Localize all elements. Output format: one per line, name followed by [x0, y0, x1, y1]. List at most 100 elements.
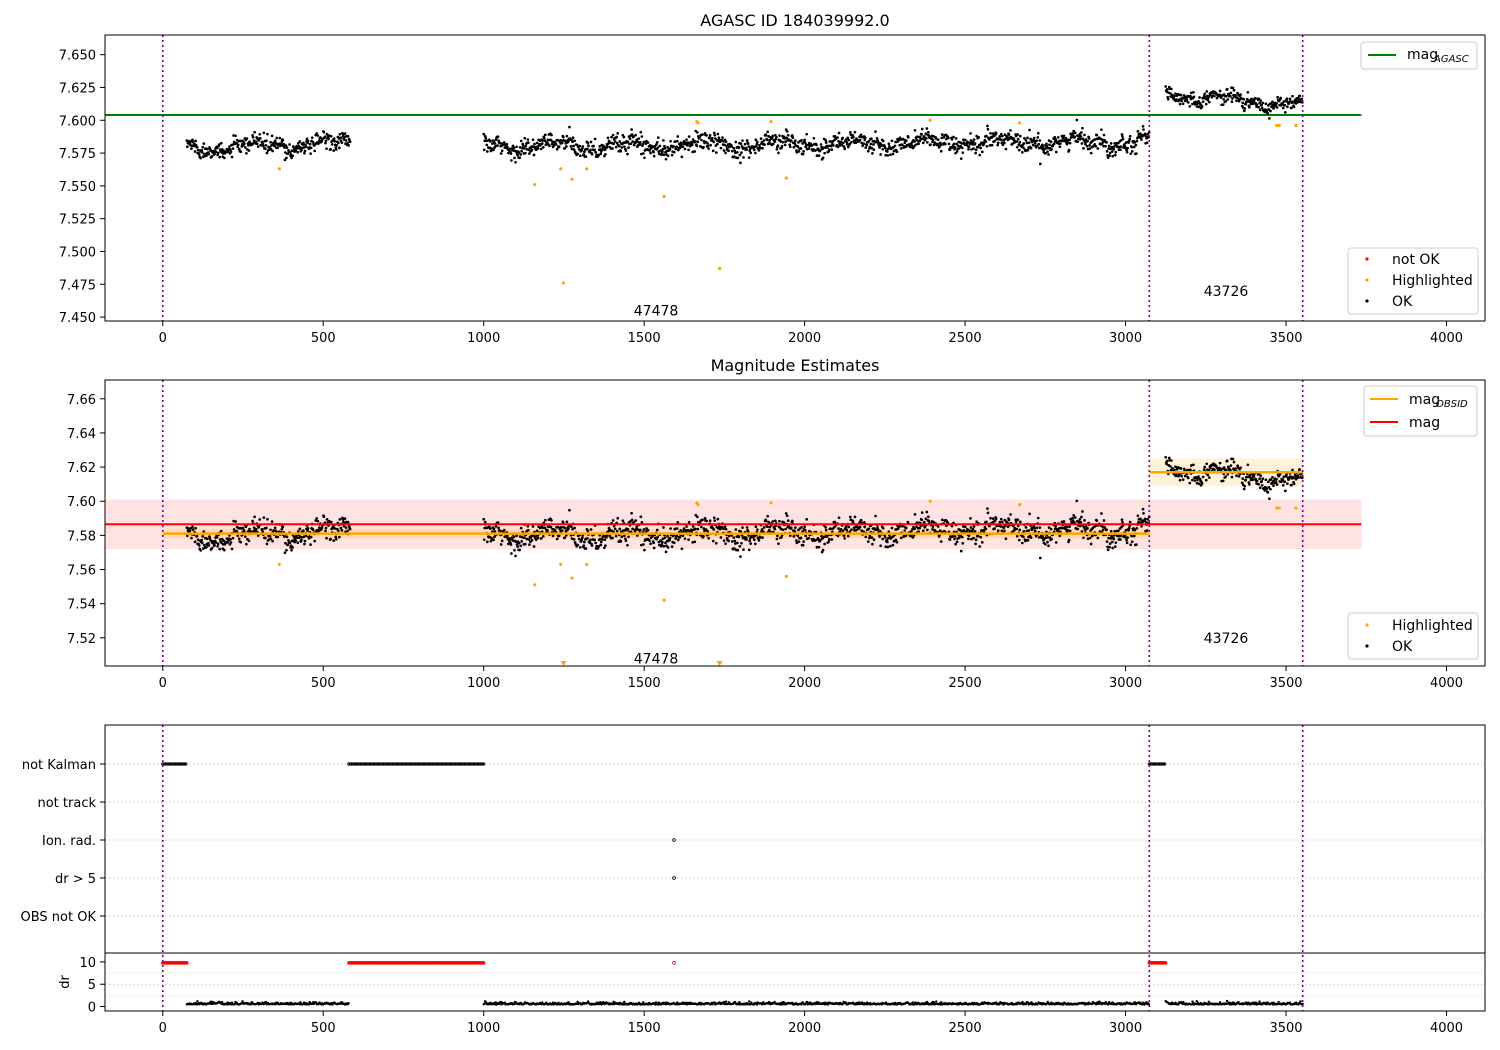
ok-point — [1049, 140, 1053, 144]
ok-point — [258, 132, 262, 136]
ok-point — [261, 144, 265, 148]
ok-point — [482, 538, 486, 542]
ok-point — [664, 550, 668, 554]
ok-point — [336, 529, 340, 533]
ok-point — [1226, 98, 1230, 101]
ok-point — [1193, 479, 1197, 482]
ok-point — [232, 528, 236, 531]
ok-point — [580, 536, 584, 540]
highlighted-point — [585, 167, 589, 171]
ok-point — [1259, 474, 1263, 478]
ok-point — [535, 529, 539, 533]
ok-point — [670, 545, 674, 548]
ok-point — [1004, 147, 1008, 151]
ok-point — [546, 528, 549, 532]
ok-point — [1113, 153, 1117, 157]
ok-point — [1130, 150, 1134, 153]
ok-point — [925, 510, 929, 514]
ok-point — [1229, 91, 1233, 95]
ok-point — [1105, 540, 1109, 543]
ok-point — [1180, 474, 1183, 478]
ok-point — [346, 520, 350, 524]
ok-point — [974, 148, 978, 152]
ok-point — [783, 143, 787, 147]
ok-point — [886, 545, 890, 549]
ok-point — [737, 535, 741, 539]
ok-point — [1058, 142, 1062, 146]
ok-point — [541, 535, 545, 538]
ok-point — [348, 527, 352, 531]
ok-point — [961, 151, 965, 155]
ok-point — [1141, 125, 1145, 128]
ok-point — [994, 517, 998, 520]
legend-label: mag — [1409, 415, 1440, 431]
ok-point — [589, 140, 593, 144]
ok-point — [1288, 97, 1292, 101]
ok-point — [1203, 465, 1207, 469]
ok-point — [741, 139, 744, 142]
ok-point — [920, 518, 924, 522]
ok-point — [1119, 538, 1122, 541]
ok-point — [273, 139, 277, 143]
ok-point — [1206, 473, 1210, 477]
ok-point — [773, 140, 777, 143]
ok-point — [777, 151, 780, 155]
ok-point — [716, 132, 720, 136]
ok-point — [1237, 475, 1241, 478]
ok-point — [963, 525, 967, 529]
ok-point — [262, 516, 266, 519]
ok-point — [509, 543, 513, 546]
ok-point — [993, 527, 996, 530]
ok-point — [519, 544, 523, 548]
ok-point — [1298, 468, 1302, 471]
ok-point — [1241, 477, 1245, 480]
ok-point — [1229, 464, 1233, 467]
ok-point — [288, 143, 291, 146]
ok-point — [878, 146, 881, 149]
ok-point — [724, 151, 727, 155]
ok-point — [759, 137, 763, 140]
ok-point — [1258, 486, 1262, 490]
ok-point — [920, 511, 924, 514]
ok-point — [191, 138, 194, 142]
ok-point — [512, 146, 516, 150]
ok-point — [1258, 108, 1262, 112]
ok-point — [714, 541, 718, 545]
ok-point — [262, 131, 266, 135]
ok-point — [986, 124, 989, 128]
ok-point — [719, 536, 723, 539]
ok-point — [1117, 529, 1120, 533]
ok-point — [348, 140, 352, 144]
ok-point — [974, 151, 977, 155]
ok-point — [569, 145, 573, 148]
ok-point — [1032, 136, 1036, 140]
ok-point — [519, 526, 523, 530]
ok-point — [482, 132, 486, 136]
ok-point — [1017, 148, 1021, 152]
ok-point — [973, 142, 977, 145]
ok-point — [775, 136, 778, 139]
ok-point — [222, 156, 226, 160]
ok-point — [739, 555, 742, 559]
ok-point — [528, 543, 531, 546]
ok-point — [753, 151, 757, 155]
ok-point — [519, 139, 523, 143]
ok-point — [231, 536, 235, 540]
ok-point — [1268, 117, 1271, 120]
ok-point — [1094, 144, 1098, 148]
ok-point — [972, 525, 976, 528]
ok-point — [881, 139, 885, 143]
ok-point — [727, 149, 730, 153]
ok-point — [218, 547, 222, 551]
ok-point — [738, 153, 742, 157]
ok-point — [586, 147, 589, 151]
y-tick-label: 7.66 — [67, 393, 96, 408]
ok-point — [1056, 136, 1060, 139]
ok-point — [1268, 497, 1271, 501]
ok-point — [948, 538, 952, 541]
ok-point — [489, 527, 492, 531]
ok-point — [804, 145, 808, 149]
ok-point — [929, 143, 932, 146]
ok-point — [229, 541, 233, 544]
ok-point — [823, 151, 827, 155]
